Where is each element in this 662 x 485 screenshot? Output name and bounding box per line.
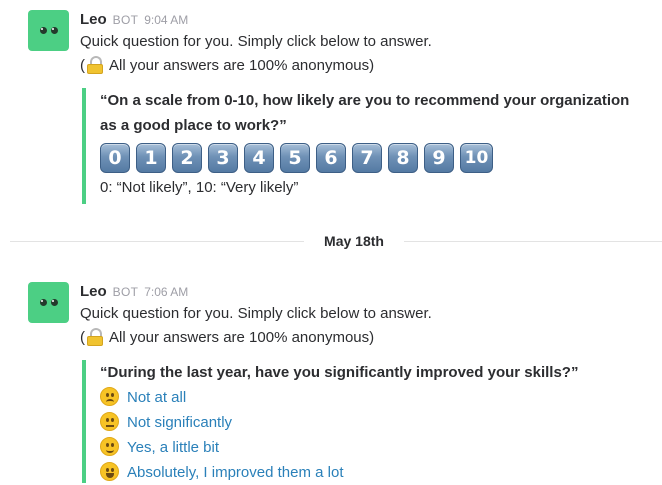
timestamp[interactable]: 9:04 AM (144, 13, 188, 27)
option-label: Not significantly (127, 414, 233, 431)
nps-question-text: “On a scale from 0-10, how likely are yo… (100, 92, 630, 134)
bot-badge: BOT (112, 13, 139, 27)
bot-badge: BOT (112, 285, 139, 299)
sender-name[interactable]: Leo (80, 11, 107, 28)
skills-question-text: “During the last year, have you signific… (100, 364, 579, 381)
nps-button-2[interactable]: 2 (172, 143, 202, 173)
avatar-left-eye-icon (40, 27, 47, 34)
avatar-left-eye-icon (40, 299, 47, 306)
intro-text: Quick question for you. Simply click bel… (80, 33, 432, 50)
nps-button-9[interactable]: 9 (424, 143, 454, 173)
frowning-face-icon (100, 387, 119, 406)
avatar-right-eye-icon (51, 299, 58, 306)
option-label: Yes, a little bit (127, 439, 219, 456)
nps-button-10[interactable]: 10 (460, 143, 493, 173)
bot-avatar[interactable] (28, 10, 69, 51)
avatar-right-eye-icon (51, 27, 58, 34)
nps-scale-buttons: 0 1 2 3 4 5 6 7 8 9 10 (100, 143, 642, 173)
grinning-face-icon (100, 462, 119, 481)
anonymity-open-paren: ( (80, 329, 85, 346)
nps-button-1[interactable]: 1 (136, 143, 166, 173)
option-not-at-all[interactable]: Not at all (100, 385, 642, 410)
anonymity-open-paren: ( (80, 57, 85, 74)
scale-hint: 0: “Not likely”, 10: “Very likely” (100, 179, 299, 196)
nps-button-7[interactable]: 7 (352, 143, 382, 173)
nps-button-3[interactable]: 3 (208, 143, 238, 173)
option-yes-a-little-bit[interactable]: Yes, a little bit (100, 435, 642, 460)
intro-text: Quick question for you. Simply click bel… (80, 305, 432, 322)
skills-question-attachment: “During the last year, have you signific… (82, 360, 642, 483)
nps-question-attachment: “On a scale from 0-10, how likely are yo… (82, 88, 642, 204)
anonymity-note: ( All your answers are 100% anonymous) (80, 326, 650, 350)
nps-button-0[interactable]: 0 (100, 143, 130, 173)
option-absolutely[interactable]: Absolutely, I improved them a lot (100, 460, 642, 485)
neutral-face-icon (100, 412, 119, 431)
slightly-smiling-face-icon (100, 437, 119, 456)
nps-button-4[interactable]: 4 (244, 143, 274, 173)
anonymity-text: All your answers are 100% anonymous) (109, 329, 375, 346)
anonymity-text: All your answers are 100% anonymous) (109, 57, 375, 74)
nps-button-8[interactable]: 8 (388, 143, 418, 173)
nps-button-6[interactable]: 6 (316, 143, 346, 173)
option-label: Not at all (127, 389, 187, 406)
option-label: Absolutely, I improved them a lot (127, 464, 344, 481)
lock-icon (87, 56, 103, 74)
timestamp[interactable]: 7:06 AM (144, 285, 188, 299)
anonymity-note: ( All your answers are 100% anonymous) (80, 54, 650, 78)
lock-icon (87, 328, 103, 346)
sender-name[interactable]: Leo (80, 283, 107, 300)
date-divider-label: May 18th (304, 231, 404, 251)
nps-button-5[interactable]: 5 (280, 143, 310, 173)
bot-avatar[interactable] (28, 282, 69, 323)
option-not-significantly[interactable]: Not significantly (100, 410, 642, 435)
